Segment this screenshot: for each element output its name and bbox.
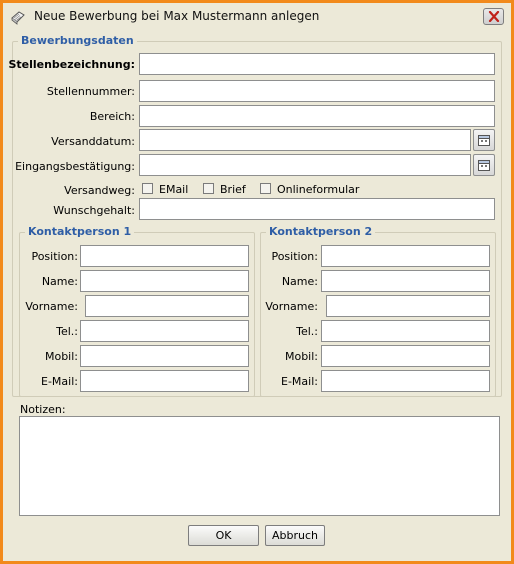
contact-1-name-input[interactable]: [80, 270, 249, 292]
contact-2-label-vorname: Vorname:: [265, 300, 318, 313]
dialog-window: Neue Bewerbung bei Max Mustermann anlege…: [0, 0, 514, 564]
contact-1-label-tel: Tel.:: [56, 325, 78, 338]
checkbox-box[interactable]: [142, 183, 153, 194]
checkbox-label: EMail: [159, 183, 189, 196]
calendar-icon: [478, 135, 490, 146]
stellenbezeichnung-input[interactable]: [139, 53, 495, 75]
label-versandweg: Versandweg:: [64, 184, 135, 197]
notepad-icon: [10, 9, 26, 25]
contact-2-tel-input[interactable]: [321, 320, 490, 342]
close-button[interactable]: [483, 8, 504, 25]
calendar-icon: [478, 160, 490, 171]
stellennummer-input[interactable]: [139, 80, 495, 102]
label-stellenbezeichnung: Stellenbezeichnung:: [8, 58, 135, 71]
contact-1-tel-input[interactable]: [80, 320, 249, 342]
checkbox-label: Brief: [220, 183, 246, 196]
contact-1-label-mobil: Mobil:: [44, 350, 78, 363]
cancel-button[interactable]: Abbruch: [265, 525, 325, 546]
contact-1-email-input[interactable]: [80, 370, 249, 392]
contact-2-mobil-input[interactable]: [321, 345, 490, 367]
contact-2-label-name: Name:: [281, 275, 318, 288]
contact-2-position-input[interactable]: [321, 245, 490, 267]
contact-1-mobil-input[interactable]: [80, 345, 249, 367]
contact-2-vorname-input[interactable]: [326, 295, 490, 317]
contact-1-vorname-input[interactable]: [85, 295, 249, 317]
contact-1-label-position: Position:: [31, 250, 78, 263]
label-wunschgehalt: Wunschgehalt:: [53, 204, 135, 217]
label-stellennummer: Stellennummer:: [46, 85, 135, 98]
contact-2-email-input[interactable]: [321, 370, 490, 392]
title-bar[interactable]: Neue Bewerbung bei Max Mustermann anlege…: [3, 3, 511, 31]
eingangsbestaetigung-picker-button[interactable]: [473, 154, 495, 176]
label-eingangsbestaetigung: Eingangsbestätigung:: [15, 160, 135, 173]
contact-1-position-input[interactable]: [80, 245, 249, 267]
bereich-input[interactable]: [139, 105, 495, 127]
label-versanddatum: Versanddatum:: [51, 135, 135, 148]
window-title: Neue Bewerbung bei Max Mustermann anlege…: [34, 9, 320, 23]
checkbox-label: Onlineformular: [277, 183, 360, 196]
contact-2-title: Kontaktperson 2: [266, 225, 376, 238]
contact-2-label-tel: Tel.:: [296, 325, 318, 338]
dialog-content: Bewerbungsdaten Stellenbezeichnung: Stel…: [8, 31, 502, 517]
wunschgehalt-input[interactable]: [139, 198, 495, 220]
checkbox-box[interactable]: [260, 183, 271, 194]
contact-2-label-email: E-Mail:: [281, 375, 318, 388]
contact-1-label-name: Name:: [41, 275, 78, 288]
versandweg-onlineformular-checkbox[interactable]: Onlineformular: [260, 183, 359, 196]
contact-2-label-mobil: Mobil:: [284, 350, 318, 363]
contact-2-label-position: Position:: [271, 250, 318, 263]
versanddatum-input[interactable]: [139, 129, 471, 151]
eingangsbestaetigung-input[interactable]: [139, 154, 471, 176]
versandweg-brief-checkbox[interactable]: Brief: [203, 183, 246, 196]
contact-1-label-email: E-Mail:: [41, 375, 78, 388]
section-title: Bewerbungsdaten: [18, 34, 137, 47]
notes-textarea[interactable]: [19, 416, 500, 516]
ok-button[interactable]: OK: [188, 525, 259, 546]
contact-1-title: Kontaktperson 1: [25, 225, 135, 238]
close-icon: [488, 11, 500, 22]
contact-2-name-input[interactable]: [321, 270, 490, 292]
checkbox-box[interactable]: [203, 183, 214, 194]
notes-label: Notizen:: [20, 403, 66, 416]
contact-1-label-vorname: Vorname:: [25, 300, 78, 313]
versandweg-email-checkbox[interactable]: EMail: [142, 183, 188, 196]
versanddatum-picker-button[interactable]: [473, 129, 495, 151]
label-bereich: Bereich:: [89, 110, 135, 123]
